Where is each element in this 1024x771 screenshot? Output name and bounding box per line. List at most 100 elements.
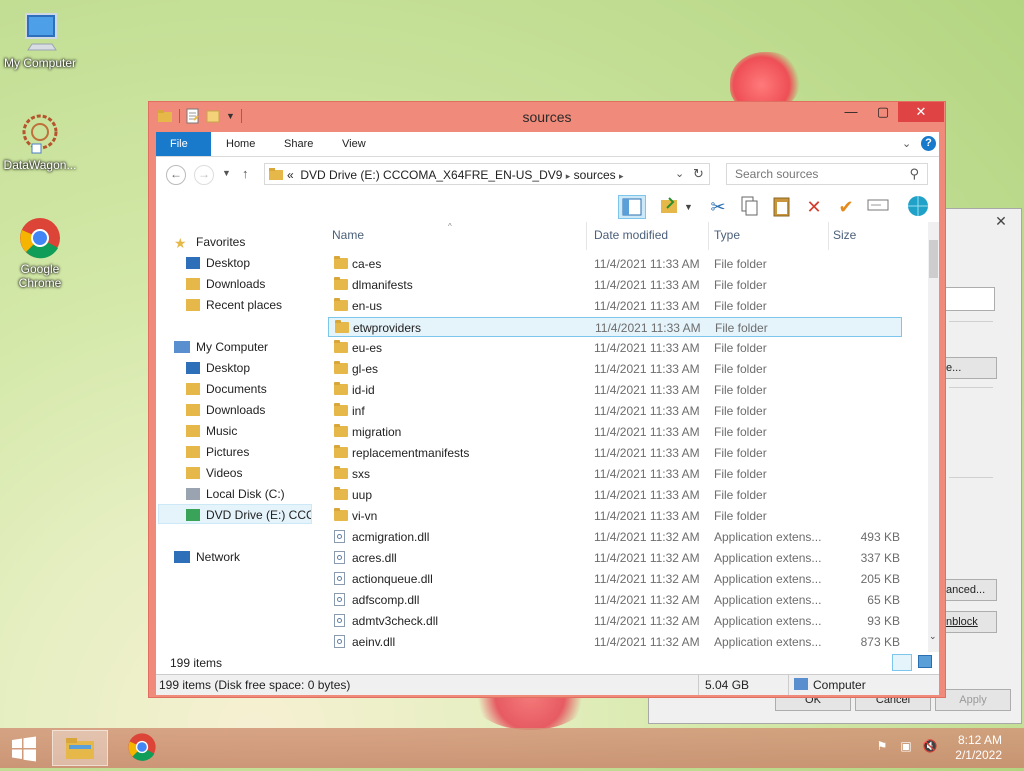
table-row[interactable]: en-us 11/4/2021 11:33 AM File folder <box>328 296 902 316</box>
nav-videos[interactable]: Videos <box>186 463 242 483</box>
table-row[interactable]: id-id 11/4/2021 11:33 AM File folder <box>328 380 902 400</box>
tab-home[interactable]: Home <box>212 132 269 156</box>
globe-icon[interactable] <box>906 195 930 219</box>
chevron-down-icon[interactable]: ⌄ <box>929 631 937 642</box>
table-row[interactable]: aeinv.dll 11/4/2021 11:32 AM Application e… <box>328 632 902 652</box>
chevron-down-icon[interactable]: ▼ <box>684 202 693 212</box>
apply-button[interactable]: Apply <box>935 689 1011 711</box>
desktop-icon-chrome[interactable]: Google Chrome <box>0 216 80 290</box>
breadcrumb-drive[interactable]: DVD Drive (E:) CCCOMA_X64FRE_EN-US_DV9 <box>300 168 562 182</box>
paste-icon[interactable] <box>770 195 794 219</box>
properties-folder-icon[interactable] <box>658 195 682 219</box>
scrollbar-thumb[interactable] <box>929 240 938 278</box>
checkmark-icon[interactable]: ✔ <box>834 195 858 219</box>
chevron-down-icon[interactable]: ⌄ <box>902 137 911 150</box>
action-center-icon[interactable]: ⚑ <box>874 739 890 755</box>
column-type[interactable]: Type <box>714 228 740 242</box>
chevron-right-icon[interactable]: ▸ <box>619 171 624 181</box>
breadcrumb-sources[interactable]: sources <box>574 168 616 182</box>
taskbar-explorer[interactable] <box>52 730 108 766</box>
table-row[interactable]: inf 11/4/2021 11:33 AM File folder <box>328 401 902 421</box>
dll-file-icon <box>334 635 345 648</box>
maximize-icon[interactable]: ▢ <box>869 102 897 122</box>
rename-icon[interactable] <box>866 195 890 219</box>
nav-favorites[interactable]: ★ Favorites <box>174 232 245 252</box>
nav-fav-downloads[interactable]: Downloads <box>186 274 265 294</box>
table-row[interactable]: gl-es 11/4/2021 11:33 AM File folder <box>328 359 902 379</box>
nav-local-disk[interactable]: Local Disk (C:) <box>186 484 285 504</box>
nav-documents[interactable]: Documents <box>186 379 267 399</box>
column-date[interactable]: Date modified <box>594 228 668 242</box>
file-type: File folder <box>714 509 767 523</box>
table-row[interactable]: ca-es 11/4/2021 11:33 AM File folder <box>328 254 902 274</box>
advanced-button[interactable]: anced... <box>941 579 997 601</box>
column-name[interactable]: Name <box>332 228 364 242</box>
forward-button[interactable]: → <box>194 165 214 185</box>
vertical-scrollbar[interactable]: ⌄ <box>928 222 939 652</box>
volume-muted-icon[interactable]: 🔇 <box>922 739 938 755</box>
table-row[interactable]: replacementmanifests 11/4/2021 11:33 AM Fi… <box>328 443 902 463</box>
tab-share[interactable]: Share <box>270 132 327 156</box>
search-icon[interactable]: ⚲ <box>909 166 919 182</box>
details-view-icon[interactable] <box>892 654 912 671</box>
table-row[interactable]: sxs 11/4/2021 11:33 AM File folder <box>328 464 902 484</box>
table-row[interactable]: migration 11/4/2021 11:33 AM File folder <box>328 422 902 442</box>
nav-pictures[interactable]: Pictures <box>186 442 249 462</box>
nav-desktop[interactable]: Desktop <box>186 358 250 378</box>
table-row[interactable]: admtv3check.dll 11/4/2021 11:32 AM Applica… <box>328 611 902 631</box>
dll-file-icon <box>334 593 345 606</box>
nav-fav-desktop[interactable]: Desktop <box>186 253 250 273</box>
table-row[interactable]: etwproviders 11/4/2021 11:33 AM File folde… <box>328 317 902 337</box>
cut-icon[interactable]: ✂ <box>706 195 730 219</box>
minimize-icon[interactable]: — <box>837 102 865 122</box>
close-icon[interactable]: ✕ <box>898 102 944 122</box>
column-size[interactable]: Size <box>833 228 856 242</box>
preview-pane-icon[interactable] <box>618 195 646 219</box>
nav-dvd-drive[interactable]: DVD Drive (E:) CCCC <box>158 504 312 524</box>
table-row[interactable]: actionqueue.dll 11/4/2021 11:32 AM Applica… <box>328 569 902 589</box>
nav-fav-recent[interactable]: Recent places <box>186 295 282 315</box>
change-button[interactable]: e... <box>941 357 997 379</box>
up-arrow-icon[interactable]: ↑ <box>242 166 249 181</box>
taskbar-chrome[interactable] <box>114 730 170 766</box>
dialog-field[interactable] <box>939 287 995 311</box>
help-icon[interactable]: ? <box>921 136 936 151</box>
table-row[interactable]: eu-es 11/4/2021 11:33 AM File folder <box>328 338 902 358</box>
start-button[interactable] <box>0 730 48 766</box>
title-bar[interactable]: ▼ sources — ▢ ✕ <box>149 102 945 132</box>
file-type: File folder <box>714 425 767 439</box>
table-row[interactable]: acmigration.dll 11/4/2021 11:32 AM Applica… <box>328 527 902 547</box>
delete-icon[interactable]: ✕ <box>802 195 826 219</box>
back-button[interactable]: ← <box>166 165 186 185</box>
desktop-icon-datawagon[interactable]: DataWagon... <box>0 112 80 172</box>
large-icons-view-icon[interactable] <box>918 655 932 668</box>
address-overflow[interactable]: « <box>287 168 294 182</box>
table-row[interactable]: dlmanifests 11/4/2021 11:33 AM File folder <box>328 275 902 295</box>
folder-icon <box>334 508 348 521</box>
table-row[interactable]: uup 11/4/2021 11:33 AM File folder <box>328 485 902 505</box>
chevron-down-icon[interactable]: ⌄ <box>675 167 684 180</box>
nav-my-computer[interactable]: My Computer <box>174 337 268 357</box>
unblock-button[interactable]: nblock <box>941 611 997 633</box>
table-row[interactable]: adfscomp.dll 11/4/2021 11:32 AM Applicatio… <box>328 590 902 610</box>
nav-music[interactable]: Music <box>186 421 237 441</box>
system-clock[interactable]: 8:12 AM 2/1/2022 <box>955 733 1002 763</box>
chevron-right-icon[interactable]: ▸ <box>566 171 571 181</box>
network-status-icon[interactable]: ▣ <box>898 739 914 755</box>
tab-file[interactable]: File <box>156 132 211 156</box>
folder-icon <box>334 298 348 311</box>
file-type: File folder <box>714 299 767 313</box>
nav-network[interactable]: Network <box>174 547 240 567</box>
copy-icon[interactable] <box>738 195 762 219</box>
address-bar[interactable]: « DVD Drive (E:) CCCOMA_X64FRE_EN-US_DV9… <box>264 163 710 185</box>
file-size: 93 KB <box>867 614 900 628</box>
refresh-icon[interactable]: ↻ <box>693 166 704 182</box>
table-row[interactable]: acres.dll 11/4/2021 11:32 AM Application e… <box>328 548 902 568</box>
table-row[interactable]: vi-vn 11/4/2021 11:33 AM File folder <box>328 506 902 526</box>
desktop-icon-my-computer[interactable]: My Computer <box>0 10 80 70</box>
chevron-down-icon[interactable]: ▼ <box>222 168 231 178</box>
search-input[interactable]: Search sources ⚲ <box>726 163 928 185</box>
nav-downloads[interactable]: Downloads <box>186 400 265 420</box>
close-icon[interactable]: ✕ <box>987 211 1015 231</box>
tab-view[interactable]: View <box>328 132 380 156</box>
